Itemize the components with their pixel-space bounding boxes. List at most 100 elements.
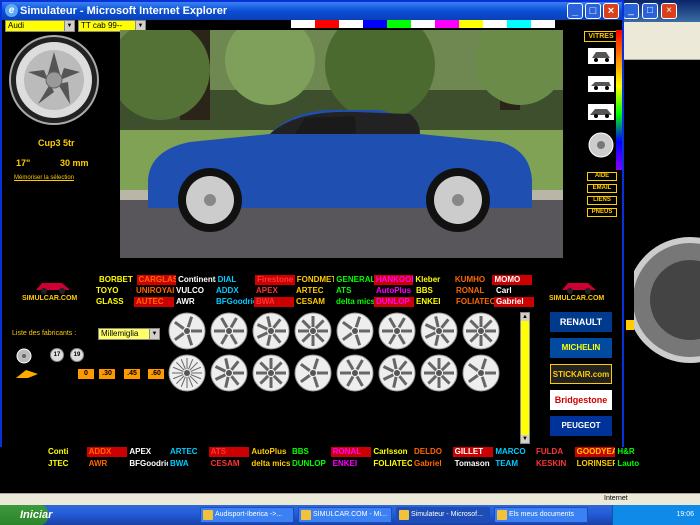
wheel-option[interactable] xyxy=(378,312,416,350)
brand-logo[interactable]: BWA xyxy=(168,459,209,469)
brand-logo[interactable]: BORBET xyxy=(97,275,137,285)
car-silhouette-icon[interactable] xyxy=(588,48,614,64)
taskbar-item[interactable]: SIMULCAR.COM - Mi... xyxy=(298,507,392,523)
brand-logo[interactable]: GLASS xyxy=(94,297,134,307)
brand-logo[interactable]: ENKEI xyxy=(414,297,454,307)
brand-logo[interactable]: AutoPlus xyxy=(249,447,290,457)
brand-logo[interactable]: APEX xyxy=(254,286,294,296)
color-swatch[interactable] xyxy=(363,20,387,28)
brand-logo[interactable]: Gabriel xyxy=(494,297,534,307)
wheel-option[interactable] xyxy=(252,312,290,350)
rim-icon[interactable] xyxy=(16,348,32,364)
brand-logo[interactable]: FOLIATEC xyxy=(371,459,412,469)
brand-logo[interactable]: Firestone xyxy=(255,275,295,285)
scroll-up-icon[interactable]: ▲ xyxy=(521,313,529,321)
wheel-option[interactable] xyxy=(420,354,458,392)
color-swatch[interactable] xyxy=(435,20,459,28)
liens-button[interactable]: LIENS xyxy=(587,196,617,205)
color-swatch[interactable] xyxy=(339,20,363,28)
brand-logo[interactable]: KESKIN xyxy=(534,459,575,469)
color-swatch[interactable] xyxy=(483,20,507,28)
brand-logo[interactable]: Continental xyxy=(176,275,216,285)
wheel-option[interactable] xyxy=(210,354,248,392)
brand-logo[interactable]: BFGoodrich xyxy=(127,459,168,469)
brand-logo[interactable]: DUNLOP xyxy=(290,459,331,469)
simulcar-label-right[interactable]: SIMULCAR.COM xyxy=(549,295,604,302)
taskbar-item[interactable]: Audisport-Iberica ->... xyxy=(200,507,294,523)
color-swatch[interactable] xyxy=(291,20,315,28)
links-item[interactable]: Vínculos xyxy=(662,69,697,79)
color-swatch[interactable] xyxy=(315,20,339,28)
maximize-button[interactable]: □ xyxy=(585,3,601,19)
offset-30-button[interactable]: .30 xyxy=(99,369,115,379)
brand-logo[interactable]: TOYO xyxy=(94,286,134,296)
brand-logo[interactable]: CESAM xyxy=(294,297,334,307)
memorize-selection-link[interactable]: Mémoriser la sélection xyxy=(14,175,74,181)
color-slider[interactable] xyxy=(616,30,622,170)
offset-45-button[interactable]: .45 xyxy=(124,369,140,379)
manufacturer-select[interactable]: Millemiglia ▼ xyxy=(98,328,160,340)
wheel-option[interactable] xyxy=(294,354,332,392)
start-button[interactable]: Iniciar xyxy=(0,505,52,525)
size-17-button[interactable]: 17 xyxy=(50,348,64,362)
brand-logo[interactable]: Kleber xyxy=(413,275,453,285)
color-swatch[interactable] xyxy=(411,20,435,28)
brand-logo[interactable]: ADDX xyxy=(214,286,254,296)
color-swatch[interactable] xyxy=(387,20,411,28)
close-icon[interactable]: × xyxy=(661,3,677,19)
brand-logo[interactable]: MOMO xyxy=(492,275,532,285)
brand-logo[interactable]: Gabriel xyxy=(412,459,453,469)
wheel-option[interactable] xyxy=(462,354,500,392)
brand-logo[interactable]: Lauto xyxy=(615,459,656,469)
brand-logo[interactable]: CESAM xyxy=(209,459,250,469)
brand-logo[interactable]: BBS xyxy=(290,447,331,457)
wheel-option[interactable] xyxy=(462,312,500,350)
brand-logo[interactable]: GILLET xyxy=(452,447,494,457)
color-swatch[interactable] xyxy=(507,20,531,28)
wheel-option[interactable] xyxy=(210,312,248,350)
color-swatch[interactable] xyxy=(531,20,555,28)
peugeot-sponsor[interactable]: PEUGEOT xyxy=(550,416,612,436)
stickair-sponsor[interactable]: STICKAIR.com xyxy=(550,364,612,384)
brand-logo[interactable]: MARCO xyxy=(493,447,534,457)
wheel-option[interactable] xyxy=(336,312,374,350)
color-swatch[interactable] xyxy=(267,20,291,28)
brand-logo[interactable]: AWR xyxy=(87,459,128,469)
close-button[interactable]: × xyxy=(603,3,619,19)
brand-logo[interactable]: delta mics xyxy=(334,297,374,307)
renault-sponsor[interactable]: RENAULT xyxy=(550,312,612,332)
brand-logo[interactable]: H&R xyxy=(615,447,656,457)
brand-logo[interactable]: GENERAL TIRE xyxy=(334,275,374,285)
brand-select[interactable]: Audi ▼ xyxy=(5,20,75,32)
links-item[interactable]: Vês xyxy=(638,69,654,79)
brand-logo[interactable]: JTEC xyxy=(46,459,87,469)
vitres-button[interactable]: VITRES xyxy=(584,31,618,42)
bridgestone-sponsor[interactable]: Bridgestone xyxy=(550,390,612,410)
brand-logo[interactable]: UNIROYAL xyxy=(134,286,174,296)
wheel-option[interactable] xyxy=(378,354,416,392)
taskbar-item[interactable]: Els meus documents xyxy=(494,507,588,523)
offset-tool-icon[interactable] xyxy=(14,368,40,380)
taskbar-item-active[interactable]: Simulateur - Microsof... xyxy=(396,507,490,523)
wheel-option[interactable] xyxy=(294,312,332,350)
brand-logo[interactable]: DUNLOP xyxy=(374,297,414,307)
brand-logo[interactable]: AUTEC xyxy=(134,297,174,307)
brand-logo[interactable]: ADDX xyxy=(86,447,128,457)
brand-logo[interactable]: RONAL xyxy=(330,447,372,457)
brand-logo[interactable]: RONAL xyxy=(454,286,494,296)
brand-logo[interactable]: Tomason xyxy=(453,459,494,469)
brand-logo[interactable]: ENKEI xyxy=(331,459,372,469)
brand-logo[interactable]: ARTEC xyxy=(168,447,209,457)
brand-logo[interactable]: BWA xyxy=(254,297,294,307)
chevron-down-icon[interactable]: ▼ xyxy=(149,329,159,339)
brand-logo[interactable]: AWR xyxy=(174,297,214,307)
brand-logo[interactable]: VULCO xyxy=(174,286,214,296)
brand-logo[interactable]: Conti xyxy=(46,447,87,457)
scroll-down-icon[interactable]: ▼ xyxy=(521,435,529,443)
brand-logo[interactable]: FONDMETAL xyxy=(295,275,335,285)
brand-logo[interactable]: Carlsson xyxy=(371,447,412,457)
pneus-button[interactable]: PNEUS xyxy=(587,208,617,217)
offset-0-button[interactable]: 0 xyxy=(78,369,94,379)
aide-button[interactable]: AIDE xyxy=(587,172,617,181)
wheel-option[interactable] xyxy=(252,354,290,392)
